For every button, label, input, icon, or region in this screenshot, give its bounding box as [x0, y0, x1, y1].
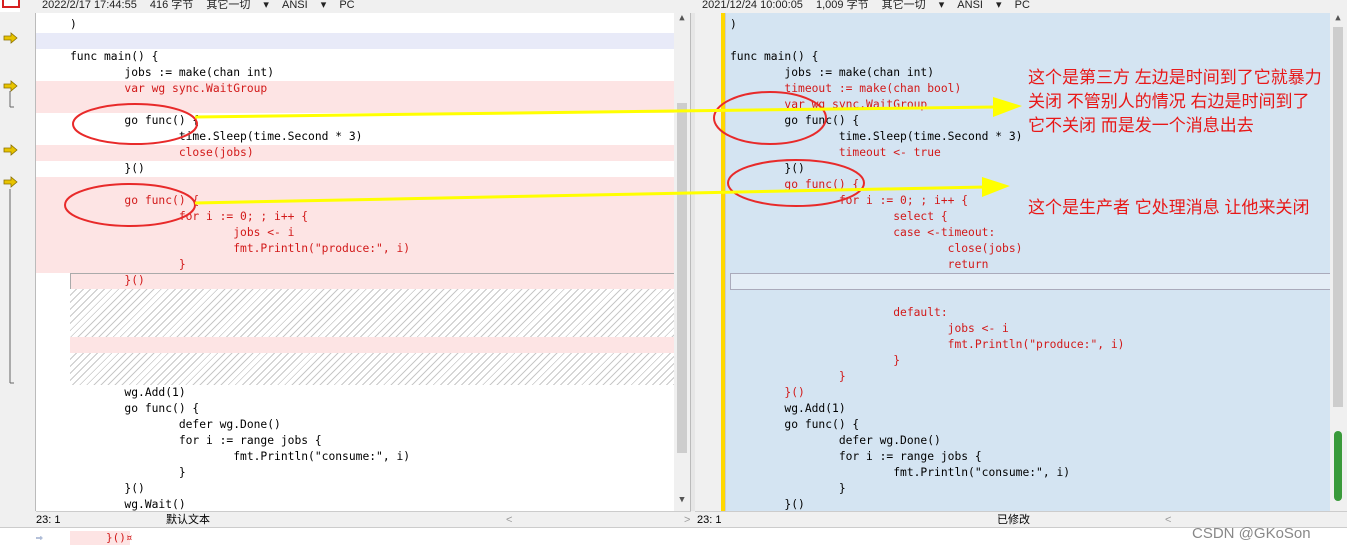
highlight-circle — [727, 159, 865, 207]
watermark: CSDN @GKoSon — [1192, 525, 1311, 542]
highlight-circle — [72, 103, 198, 145]
detail-line-text: }()¤ — [106, 531, 133, 544]
highlight-circle — [64, 183, 196, 227]
left-status-bar: 23: 1 默认文本 < > — [36, 511, 691, 528]
annotation-arrow — [194, 97, 1022, 119]
annotation-arrow — [194, 177, 1010, 205]
detail-arrow-icon: ⇨ — [36, 531, 43, 544]
left-cursor-position: 23: 1 — [36, 514, 61, 526]
highlight-circle — [713, 91, 827, 145]
scroll-left-icon[interactable]: < — [506, 512, 512, 528]
annotation-note: 这个是生产者 它处理消息 让他来关闭 — [1028, 198, 1310, 217]
line-detail-bar: ⇨ }()¤ — [0, 527, 1347, 552]
right-cursor-position: 23: 1 — [697, 514, 722, 526]
scroll-right-icon[interactable]: > — [684, 512, 690, 528]
scroll-left-icon[interactable]: < — [1165, 512, 1171, 528]
left-status-text: 默认文本 — [166, 514, 210, 526]
right-status-text: 已修改 — [997, 514, 1030, 526]
annotation-note: 这个是第三方 左边是时间到了它就暴力关闭 不管别人的情况 右边是时间到了 它不关… — [1028, 68, 1322, 135]
